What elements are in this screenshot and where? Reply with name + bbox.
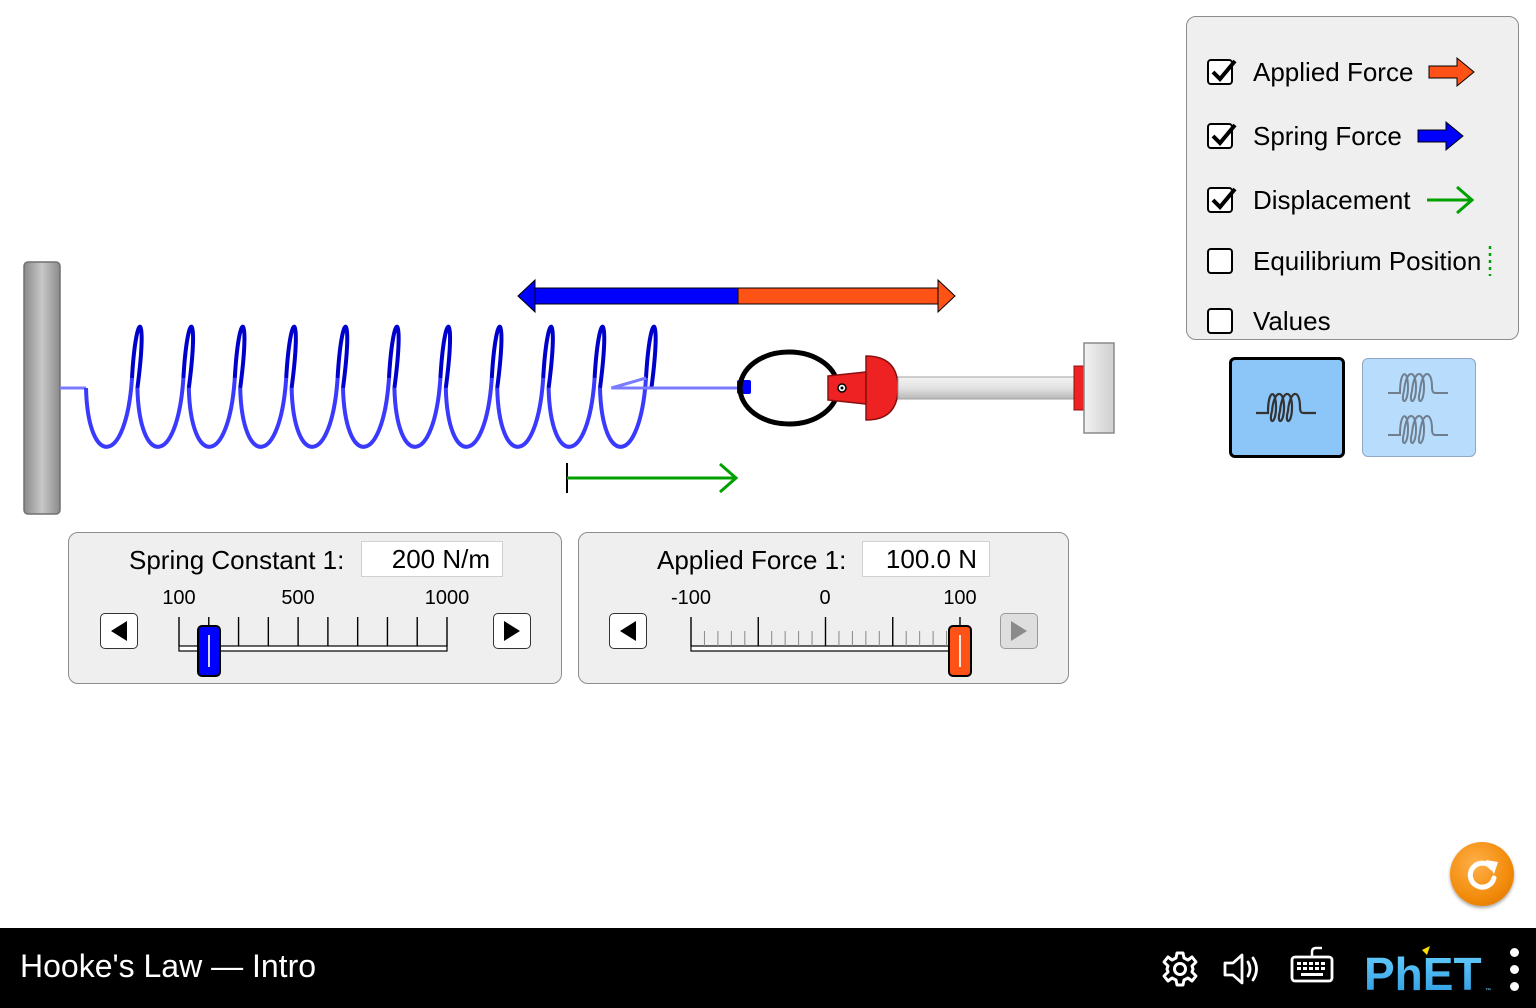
displacement-vector: [566, 462, 739, 494]
equilibrium-position-checkbox-row[interactable]: Equilibrium Position: [1207, 241, 1493, 281]
applied-force-label: Applied Force: [1253, 56, 1414, 87]
applied-force-arrow-icon: [1427, 55, 1477, 89]
applied-force-checkbox[interactable]: [1207, 59, 1237, 85]
values-label: Values: [1253, 305, 1331, 336]
values-checkbox-row[interactable]: Values: [1207, 301, 1331, 341]
spring-constant-slider-thumb[interactable]: [196, 625, 221, 677]
applied-force-vector: [737, 278, 956, 314]
equilibrium-position-label: Equilibrium Position: [1253, 245, 1482, 276]
spring-coil: [60, 324, 744, 449]
robot-hand-ring[interactable]: [737, 349, 841, 427]
navigation-bar: Hooke's Law — Intro PhET ™: [0, 928, 1536, 1008]
robot-hand-pivot-dot: [840, 386, 844, 390]
spring-force-checkbox-row[interactable]: Spring Force: [1207, 116, 1466, 156]
speaker-icon[interactable]: [1222, 950, 1266, 988]
checkmark-icon: [1211, 123, 1237, 146]
menu-dot-icon: [1510, 982, 1519, 991]
robot-hand-knob[interactable]: [865, 355, 899, 421]
equilibrium-dotted-line-icon: [1487, 244, 1493, 278]
applied-force-slider-thumb[interactable]: [948, 625, 972, 677]
spring-constant-slider-track[interactable]: [69, 533, 563, 685]
phet-logo[interactable]: PhET ™: [1364, 946, 1494, 996]
applied-force-checkbox-row[interactable]: Applied Force: [1207, 52, 1477, 92]
one-spring-scene-button[interactable]: [1229, 357, 1345, 458]
spring-force-label: Spring Force: [1253, 120, 1402, 151]
displacement-arrow-icon: [1425, 183, 1477, 217]
spring-force-arrow-icon: [1416, 119, 1466, 153]
robotic-arm[interactable]: [737, 342, 1115, 434]
menu-dot-icon: [1510, 948, 1519, 957]
checkmark-icon: [1211, 59, 1237, 82]
checkmark-icon: [1211, 187, 1237, 210]
visibility-panel: Applied Force Spring Force Displacement …: [1186, 16, 1519, 340]
menu-dot-icon: [1510, 965, 1519, 974]
svg-text:™: ™: [1485, 987, 1491, 994]
double-spring-icon: [1388, 372, 1448, 444]
two-springs-scene-button[interactable]: [1362, 358, 1476, 457]
phet-menu-button[interactable]: [1508, 948, 1522, 992]
displacement-checkbox[interactable]: [1207, 187, 1237, 213]
gear-icon[interactable]: [1161, 950, 1199, 988]
phet-logo-text: PhET: [1364, 948, 1482, 996]
robot-arm-rod: [897, 376, 1079, 400]
spring-force-checkbox[interactable]: [1207, 123, 1237, 149]
reset-icon: [1467, 860, 1498, 890]
values-checkbox[interactable]: [1207, 308, 1233, 334]
equilibrium-position-checkbox[interactable]: [1207, 248, 1233, 274]
displacement-label: Displacement: [1253, 184, 1411, 215]
reset-all-button[interactable]: [1450, 842, 1514, 906]
single-spring-icon: [1256, 392, 1316, 422]
sim-title: Hooke's Law — Intro: [20, 948, 317, 984]
applied-force-control: Applied Force 1: 100.0 N -100 0 100: [578, 532, 1069, 684]
displacement-checkbox-row[interactable]: Displacement: [1207, 180, 1477, 220]
spring-force-vector: [517, 278, 739, 314]
applied-force-slider-track[interactable]: [579, 533, 1070, 685]
robot-hand-claw[interactable]: [827, 371, 867, 405]
keyboard-icon[interactable]: [1290, 946, 1334, 986]
wall: [23, 261, 61, 515]
spring-constant-control: Spring Constant 1: 200 N/m 100 500 1000: [68, 532, 562, 684]
robot-arm-base: [1083, 342, 1115, 434]
